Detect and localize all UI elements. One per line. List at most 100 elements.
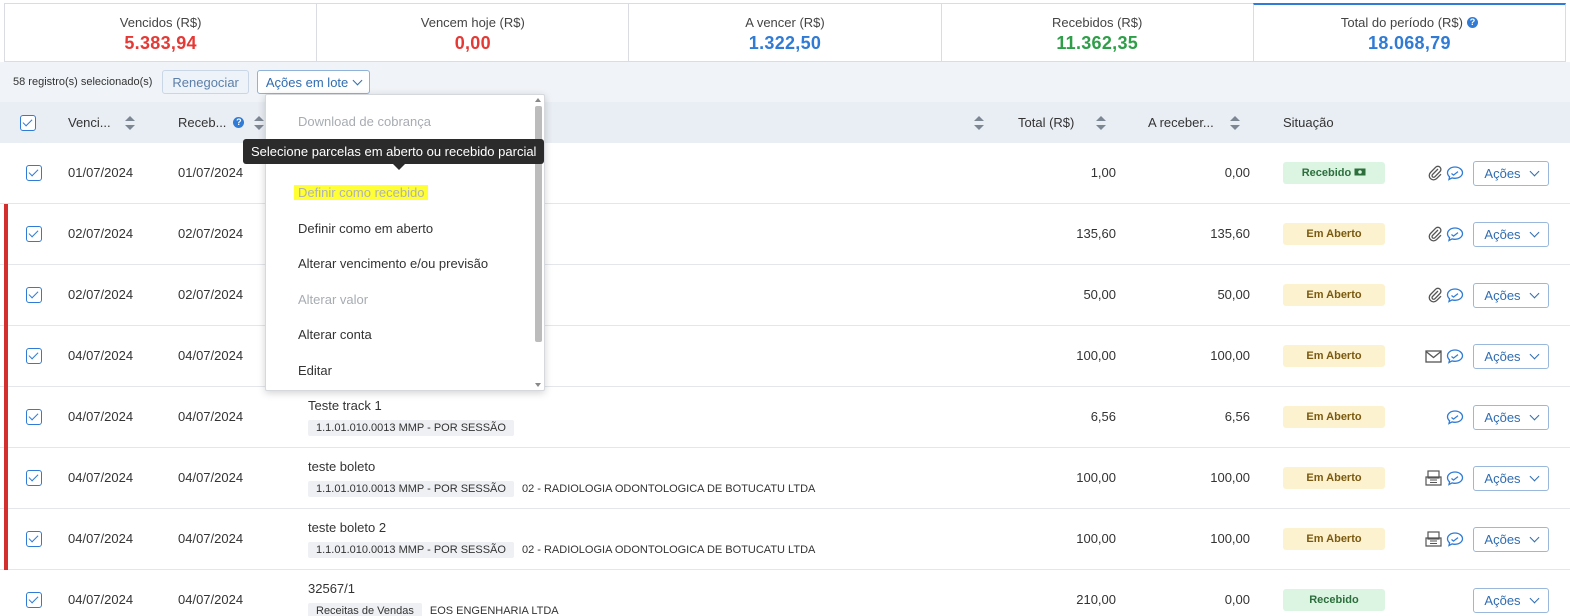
vencimento-cell: 04/07/2024	[68, 592, 134, 607]
menu-item-editar[interactable]: Editar	[298, 363, 332, 378]
row-acoes-button[interactable]: Ações	[1473, 161, 1549, 186]
table-row[interactable]: 04/07/2024 04/07/2024 teste boleto 2 1.1.01…	[0, 509, 1570, 570]
category-tag: 1.1.01.010.0013 MMP - POR SESSÃO	[308, 481, 514, 497]
table-row[interactable]: 04/07/202404/07/20241 AGENCIA CRIATIVA L…	[0, 326, 1570, 387]
recebimento-cell: 04/07/2024	[178, 470, 244, 485]
acoes-em-lote-button[interactable]: Ações em lote	[256, 70, 371, 94]
acoes-em-lote-label: Ações em lote	[265, 74, 349, 90]
chat-icon[interactable]	[1446, 348, 1464, 364]
row-acoes-button[interactable]: Ações	[1473, 405, 1549, 430]
row-checkbox[interactable]	[26, 287, 42, 303]
client-name: EOS ENGENHARIA LTDA	[429, 605, 559, 616]
sort-icon[interactable]	[124, 115, 135, 130]
sort-icon[interactable]	[1096, 115, 1107, 130]
row-icons	[1414, 470, 1464, 486]
menu-item-definir-recebido[interactable]: Definir como recebido	[294, 185, 429, 200]
chat-icon[interactable]	[1446, 531, 1464, 547]
renegociar-button[interactable]: Renegociar	[162, 70, 249, 94]
a-receber-cell: 135,60	[1210, 226, 1250, 241]
description-cell: 32567/1	[308, 581, 355, 596]
vencimento-cell: 04/07/2024	[68, 470, 134, 485]
vencimento-cell: 04/07/2024	[68, 348, 134, 363]
status-label: Recebido	[1309, 594, 1359, 606]
status-badge: Recebido	[1283, 589, 1385, 611]
column-recebimento[interactable]: Receb... ?	[178, 102, 265, 143]
table-row[interactable]: 04/07/2024 04/07/2024 Teste track 1 1.1.01.…	[0, 387, 1570, 448]
row-acoes-button[interactable]: Ações	[1473, 222, 1549, 247]
menu-item-definir-em-aberto[interactable]: Definir como em aberto	[298, 221, 433, 236]
status-badge: Em Aberto	[1283, 467, 1385, 489]
client-name: 02 - RADIOLOGIA ODONTOLOGICA DE BOTUCATU…	[521, 544, 816, 556]
total-cell: 135,60	[1076, 226, 1116, 241]
column-label: A receber...	[1148, 115, 1214, 130]
vencimento-cell: 02/07/2024	[68, 287, 134, 302]
acoes-label: Ações	[1484, 166, 1521, 181]
column-descricao-sort[interactable]	[960, 102, 984, 143]
recebimento-cell: 04/07/2024	[178, 409, 244, 424]
acoes-label: Ações	[1484, 349, 1521, 364]
column-label: Total (R$)	[1018, 115, 1075, 130]
vencimento-cell: 02/07/2024	[68, 226, 134, 241]
row-checkbox[interactable]	[26, 470, 42, 486]
table-row[interactable]: 02/07/202402/07/2024OR PROJETOS LTDA50,0…	[0, 265, 1570, 326]
category-tag: 1.1.01.010.0013 MMP - POR SESSÃO	[308, 542, 514, 558]
help-icon[interactable]: ?	[1466, 17, 1478, 28]
column-a-receber[interactable]: A receber...	[1148, 102, 1240, 143]
help-icon[interactable]: ?	[233, 117, 245, 128]
status-badge: Em Aberto	[1283, 345, 1385, 367]
row-checkbox[interactable]	[26, 165, 42, 181]
chat-icon[interactable]	[1446, 287, 1464, 303]
paperclip-icon[interactable]	[1428, 287, 1442, 303]
paperclip-icon[interactable]	[1428, 165, 1442, 181]
table-row[interactable]: 02/07/2024 02/07/2024 135,60 135,60 Em Abert…	[0, 204, 1570, 265]
row-icons	[1414, 409, 1464, 425]
status-label: Em Aberto	[1306, 411, 1362, 423]
boleto-icon[interactable]	[1425, 470, 1442, 486]
row-checkbox[interactable]	[26, 226, 42, 242]
acoes-label: Ações	[1484, 532, 1521, 547]
select-all-checkbox[interactable]	[20, 115, 36, 131]
column-total[interactable]: Total (R$)	[1018, 102, 1107, 143]
row-acoes-button[interactable]: Ações	[1473, 344, 1549, 369]
row-checkbox[interactable]	[26, 409, 42, 425]
row-acoes-button[interactable]: Ações	[1473, 588, 1549, 613]
envelope-icon[interactable]	[1425, 349, 1442, 363]
chat-icon[interactable]	[1446, 470, 1464, 486]
summary-value: 18.068,79	[1368, 33, 1451, 53]
chat-icon[interactable]	[1446, 409, 1464, 425]
row-checkbox[interactable]	[26, 348, 42, 364]
chat-icon[interactable]	[1446, 165, 1464, 181]
scroll-down-arrow[interactable]	[535, 383, 541, 387]
status-badge: Em Aberto	[1283, 223, 1385, 245]
column-vencimento[interactable]: Venci...	[68, 102, 135, 143]
summary-card-total-periodo[interactable]: Total do período (R$) ? 18.068,79	[1252, 3, 1567, 62]
recebimento-cell: 02/07/2024	[178, 287, 244, 302]
menu-item-alterar-vencimento[interactable]: Alterar vencimento e/ou previsão	[298, 256, 488, 271]
row-icons	[1414, 287, 1464, 303]
sort-icon[interactable]	[974, 115, 984, 130]
sort-icon[interactable]	[1229, 115, 1240, 130]
row-acoes-button[interactable]: Ações	[1473, 466, 1549, 491]
row-acoes-button[interactable]: Ações	[1473, 527, 1549, 552]
column-label: Venci...	[68, 115, 111, 130]
acoes-label: Ações	[1484, 410, 1521, 425]
menu-item-alterar-conta[interactable]: Alterar conta	[298, 327, 372, 342]
boleto-icon[interactable]	[1425, 531, 1442, 547]
status-label: Recebido	[1301, 167, 1352, 179]
table-row[interactable]: 04/07/2024 04/07/2024 32567/1 Receitas de V…	[0, 570, 1570, 616]
summary-label: Recebidos (R$)	[1052, 15, 1143, 30]
row-checkbox[interactable]	[26, 592, 42, 608]
tooltip: Selecione parcelas em aberto ou recebido…	[243, 139, 545, 170]
menu-item-alterar-valor: Alterar valor	[298, 292, 369, 307]
chat-icon[interactable]	[1446, 226, 1464, 242]
scroll-up-arrow[interactable]	[535, 98, 541, 102]
sort-icon[interactable]	[254, 115, 265, 130]
acoes-label: Ações	[1484, 593, 1521, 608]
paperclip-icon[interactable]	[1428, 226, 1442, 242]
menu-item-download-cobranca: Download de cobrança	[298, 114, 431, 129]
table-row[interactable]: 01/07/2024 01/07/2024 1,00 0,00 Recebido Açõe…	[0, 143, 1570, 204]
row-acoes-button[interactable]: Ações	[1473, 283, 1549, 308]
summary-value: 1.322,50	[748, 33, 822, 53]
row-checkbox[interactable]	[26, 531, 42, 547]
table-row[interactable]: 04/07/2024 04/07/2024 teste boleto 1.1.01.0…	[0, 448, 1570, 509]
